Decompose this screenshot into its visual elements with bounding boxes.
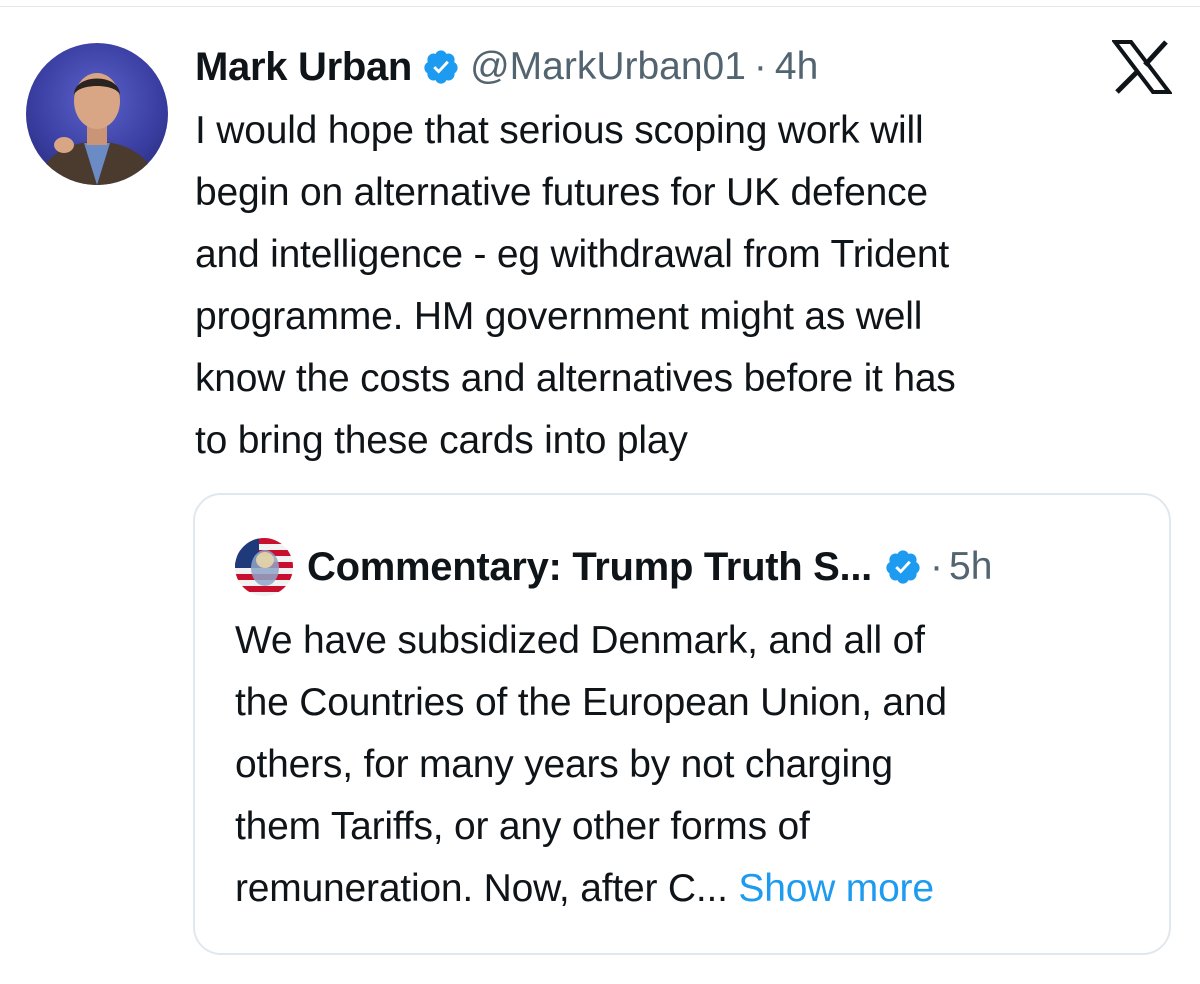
- quoted-tweet-text: We have subsidized Denmark, and all of t…: [235, 610, 1135, 920]
- tweet-header: Mark Urban @MarkUrban01 · 4h: [195, 38, 818, 96]
- tweet-text: I would hope that serious scoping work w…: [195, 109, 956, 462]
- separator-dot: ·: [930, 545, 943, 588]
- flag-portrait-avatar[interactable]: [235, 538, 293, 596]
- user-photo-avatar: [36, 73, 158, 185]
- verified-badge-icon[interactable]: [422, 48, 460, 86]
- separator-dot: ·: [753, 45, 767, 88]
- show-more-link[interactable]: Show more: [738, 867, 934, 910]
- author-avatar[interactable]: [26, 43, 168, 185]
- author-handle[interactable]: @MarkUrban01: [470, 45, 746, 89]
- quoted-tweet-header: Commentary: Trump Truth S... · 5h: [235, 535, 992, 599]
- verified-badge-icon[interactable]: [884, 548, 922, 586]
- quoted-author-name[interactable]: Commentary: Trump Truth S...: [307, 545, 872, 590]
- author-name[interactable]: Mark Urban: [195, 45, 412, 90]
- x-logo-icon[interactable]: [1110, 40, 1174, 94]
- tweet-timestamp[interactable]: 4h: [775, 45, 818, 89]
- quoted-tweet-timestamp[interactable]: 5h: [949, 545, 992, 589]
- top-divider: [0, 6, 1200, 7]
- quoted-tweet-card[interactable]: Commentary: Trump Truth S... · 5h We hav…: [193, 493, 1171, 955]
